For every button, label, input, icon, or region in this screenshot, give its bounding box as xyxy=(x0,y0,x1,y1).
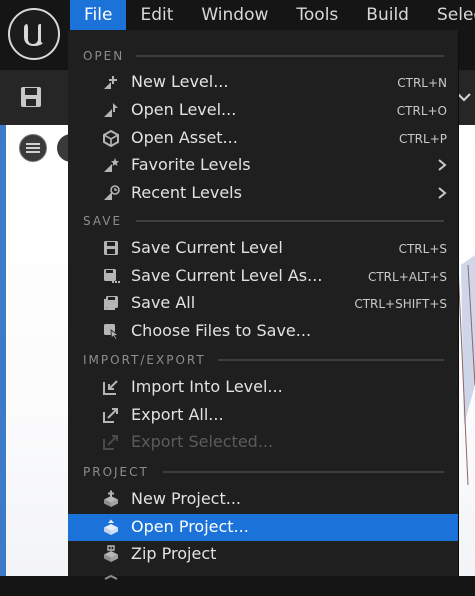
menu-item-label: New Project... xyxy=(131,489,241,508)
save-button[interactable] xyxy=(18,84,44,110)
menu-item-new-level[interactable]: New Level... CTRL+N xyxy=(68,69,458,96)
section-label: PROJECT xyxy=(83,465,149,479)
unreal-logo[interactable] xyxy=(8,8,60,60)
menu-item-label: Zip Project xyxy=(131,544,217,563)
new-project-icon xyxy=(104,490,118,507)
open-level-icon xyxy=(104,103,118,117)
zip-project-icon xyxy=(104,545,118,562)
menu-item-export-selected: Export Selected... xyxy=(68,429,458,456)
menu-edit[interactable]: Edit xyxy=(126,0,187,30)
unreal-logo-icon xyxy=(24,24,43,46)
menu-item-label: New Level... xyxy=(131,72,229,91)
section-divider xyxy=(218,359,444,361)
menu-file[interactable]: File xyxy=(70,0,127,30)
menu-item-label: Save All xyxy=(131,293,196,312)
menu-item-label: Open Project... xyxy=(131,517,249,536)
menu-item-shortcut: CTRL+SHIFT+S xyxy=(354,297,447,311)
save-icon xyxy=(21,87,41,107)
menu-item-label: Choose Files to Save... xyxy=(131,321,312,340)
recent-levels-icon xyxy=(104,185,120,200)
menu-item-import-into-level[interactable]: Import Into Level... xyxy=(68,374,458,401)
menu-item-choose-files-to-save[interactable]: Choose Files to Save... xyxy=(68,318,458,345)
menu-item-open-asset[interactable]: Open Asset... CTRL+P xyxy=(68,125,458,152)
menu-item-shortcut: CTRL+P xyxy=(398,132,447,146)
import-icon xyxy=(103,380,118,395)
menu-select[interactable]: Select xyxy=(423,0,475,30)
menu-item-label: Import Into Level... xyxy=(131,377,283,396)
section-project: PROJECT xyxy=(68,461,458,481)
menu-item-label: Recent Levels xyxy=(131,183,242,202)
save-icon xyxy=(104,241,118,255)
menu-item-open-level[interactable]: Open Level... CTRL+O xyxy=(68,97,458,124)
menu-item-cutoff xyxy=(68,569,458,596)
menu-item-save-current-level[interactable]: Save Current Level CTRL+S xyxy=(68,235,458,262)
menu-tools[interactable]: Tools xyxy=(282,0,352,30)
menu-item-new-project[interactable]: New Project... xyxy=(68,486,458,513)
menu-item-open-project[interactable]: Open Project... xyxy=(68,514,458,541)
chevron-right-icon xyxy=(438,187,447,199)
section-open: OPEN xyxy=(68,45,458,65)
menu-item-shortcut: CTRL+O xyxy=(396,104,447,118)
menu-item-recent-levels[interactable]: Recent Levels xyxy=(68,180,458,207)
menu-window[interactable]: Window xyxy=(187,0,282,30)
menu-item-export-all[interactable]: Export All... xyxy=(68,402,458,429)
save-as-icon xyxy=(104,269,120,283)
menu-build[interactable]: Build xyxy=(352,0,423,30)
export-selected-icon xyxy=(103,435,118,450)
menu-item-favorite-levels[interactable]: Favorite Levels xyxy=(68,152,458,179)
menu-item-label: Open Level... xyxy=(131,100,237,119)
menu-item-shortcut: CTRL+N xyxy=(397,76,447,90)
menu-item-save-current-level-as[interactable]: Save Current Level As... CTRL+ALT+S xyxy=(68,263,458,290)
open-project-icon xyxy=(104,519,118,535)
section-label: OPEN xyxy=(83,49,125,63)
open-asset-icon xyxy=(103,129,119,147)
menu-item-label: Save Current Level As... xyxy=(131,266,323,285)
section-divider xyxy=(136,220,444,222)
chevron-right-icon xyxy=(438,159,447,171)
menu-item-zip-project[interactable]: Zip Project xyxy=(68,541,458,568)
menu-item-label: Open Asset... xyxy=(131,128,238,147)
export-icon xyxy=(103,408,118,423)
new-level-icon xyxy=(104,76,117,89)
section-divider xyxy=(136,55,444,57)
section-label: IMPORT/EXPORT xyxy=(83,353,206,367)
menu-item-label: Save Current Level xyxy=(131,238,283,257)
favorite-levels-icon xyxy=(104,158,119,172)
menu-item-label: Favorite Levels xyxy=(131,155,251,174)
menu-item-shortcut: CTRL+S xyxy=(398,242,447,256)
choose-files-icon xyxy=(104,324,120,340)
section-import-export: IMPORT/EXPORT xyxy=(68,349,458,369)
section-save: SAVE xyxy=(68,210,458,230)
section-label: SAVE xyxy=(83,214,123,228)
viewport-options-button[interactable] xyxy=(19,134,47,162)
menu-bar: File Edit Window Tools Build Select xyxy=(70,0,475,30)
section-divider xyxy=(163,471,444,473)
file-menu-dropdown: OPEN New Level... CTRL+N Open Level... C… xyxy=(68,30,459,580)
menu-item-save-all[interactable]: Save All CTRL+SHIFT+S xyxy=(68,290,458,317)
hamburger-icon xyxy=(26,143,40,153)
menu-item-shortcut: CTRL+ALT+S xyxy=(367,270,447,284)
save-all-icon xyxy=(104,296,118,310)
menu-item-label: Export Selected... xyxy=(131,432,274,451)
menu-item-label: Export All... xyxy=(131,405,224,424)
